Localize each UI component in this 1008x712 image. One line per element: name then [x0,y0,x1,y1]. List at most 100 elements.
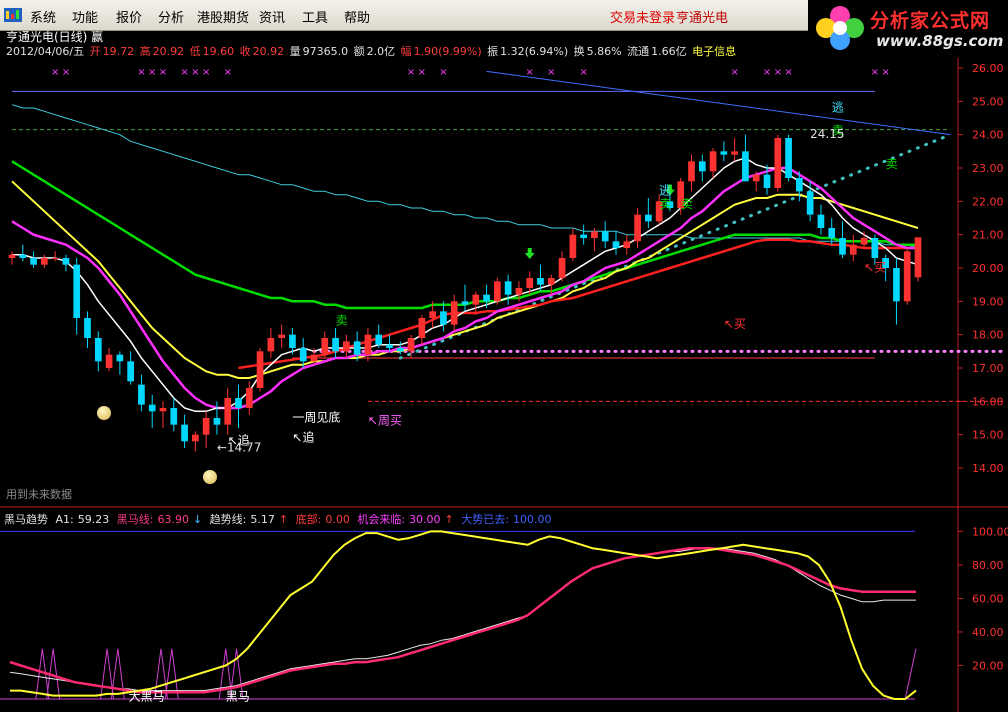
price-tick-label: 21.00 [972,229,1004,242]
cyan-dotted-trend [398,133,952,360]
candle-body [181,424,188,442]
current-stock-name[interactable]: 亨通光电 [676,7,728,26]
menu-function[interactable]: 功能 [72,7,98,26]
ma-yellow-line [11,180,919,379]
candle-body [806,191,814,215]
flower-logo-icon [816,6,864,50]
brand-url[interactable]: www.88gs.com [876,32,1003,50]
candle-body [526,278,534,288]
candle-body [343,341,350,352]
price-tick-label: 19.00 [972,295,1004,308]
trend-line [10,530,917,700]
price-tick-label: 17.00 [972,362,1004,375]
candle-body [407,338,415,352]
down-arrow-icon [524,248,535,259]
candle-body [450,301,458,325]
candle-body [871,238,879,258]
signal-marker: × [784,67,792,78]
signal-marker: × [224,67,232,78]
price-chart[interactable]: 26.00 25.00 24.00 23.00 22.00 21.00 20.00 19.00… [0,58,1008,508]
amplitude-label: 振 [487,45,499,58]
price-tick-label: 24.00 [972,129,1004,142]
candle-body [386,344,393,348]
brand-logo-area: 分析家公式网 www.88gs.com [808,0,1008,55]
menu-hk-futures[interactable]: 港股期货 [197,7,249,26]
signal-marker: × [547,67,555,78]
candle-body [903,251,911,302]
candle-body [8,254,16,258]
candle-body [601,231,609,242]
candle-body [839,238,846,255]
sector-name[interactable]: 电子信息 [692,45,736,58]
chart-annotation: 卖 [681,197,693,211]
candle-body [547,278,555,285]
candle-body [30,258,37,265]
candle-body [698,161,706,172]
candle-body [267,338,275,352]
signal-marker: × [148,67,156,78]
price-tick-label: 20.00 [972,262,1004,275]
signal-marker: × [763,67,771,78]
menu-tools[interactable]: 工具 [302,7,328,26]
signal-marker: × [159,67,167,78]
candle-body [202,418,210,435]
low-label: 低 [189,45,201,58]
price-tick-label: 23.00 [972,162,1004,175]
candle-body [612,241,620,248]
price-tick-label: 18.00 [972,329,1004,342]
chart-annotation: 逃 [832,100,844,114]
candle-body [62,258,70,265]
candle-body [256,351,264,388]
float-value: 1.66亿 [651,45,687,58]
candle-body [709,151,717,172]
chart-annotation: ←14.77 [217,440,261,454]
candle-body [472,294,480,305]
login-status[interactable]: 交易未登录 [610,7,675,26]
candle-body [310,354,318,362]
candle-body [537,278,544,285]
menu-info[interactable]: 资讯 [259,7,285,26]
candle-body [569,234,577,258]
volume-label: 量 [289,45,301,58]
candle-body [321,338,329,355]
brand-title: 分析家公式网 [870,10,991,32]
menu-analysis[interactable]: 分析 [158,7,184,26]
candle-body [763,174,771,188]
menu-system[interactable]: 系统 [30,7,56,26]
price-tick-label: 22.00 [972,195,1004,208]
candle-body [159,408,167,412]
turnover-value: 5.86% [586,45,622,58]
amplitude-value: 1.32(6.94%) [500,45,569,58]
indicator-chart[interactable]: 100.00 80.00 60.00 40.00 20.00 大黑马 黑马 [0,508,1008,712]
quote-info-line: 2012/04/06/五 开 19.72 高 20.92 低 19.60 收 20.92… [6,43,738,59]
candle-body [828,228,836,238]
candle-body [396,348,404,352]
signal-marker: × [730,67,738,78]
signal-marker: × [180,67,188,78]
candle-body [634,214,641,242]
candle-body [580,234,587,238]
candle-body [332,338,339,352]
candle-body [375,334,383,345]
chart-annotation: ↖追 [292,429,314,444]
candle-body [105,354,113,368]
candle-body [41,258,48,265]
signal-marker: × [871,67,879,78]
candle-body [914,237,922,278]
signal-marker: × [439,67,447,78]
indicator-tick-label: 40.00 [972,626,1004,639]
chart-annotation: 一周见底 [292,409,340,424]
amount-label: 额 [353,45,365,58]
indicator-tick-label: 20.00 [972,659,1004,672]
menu-help[interactable]: 帮助 [344,7,370,26]
indicator-label: 大黑马 [129,689,165,703]
menu-quote[interactable]: 报价 [116,7,142,26]
price-tick-label: 26.00 [972,62,1004,75]
chart-annotation: 卖 [886,157,898,171]
signal-marker: × [774,67,782,78]
indicator-tick-label: 80.00 [972,559,1004,572]
candle-body [440,311,447,325]
app-logo-icon[interactable] [3,5,23,25]
candle-body [138,384,145,405]
candle-body [353,341,361,355]
